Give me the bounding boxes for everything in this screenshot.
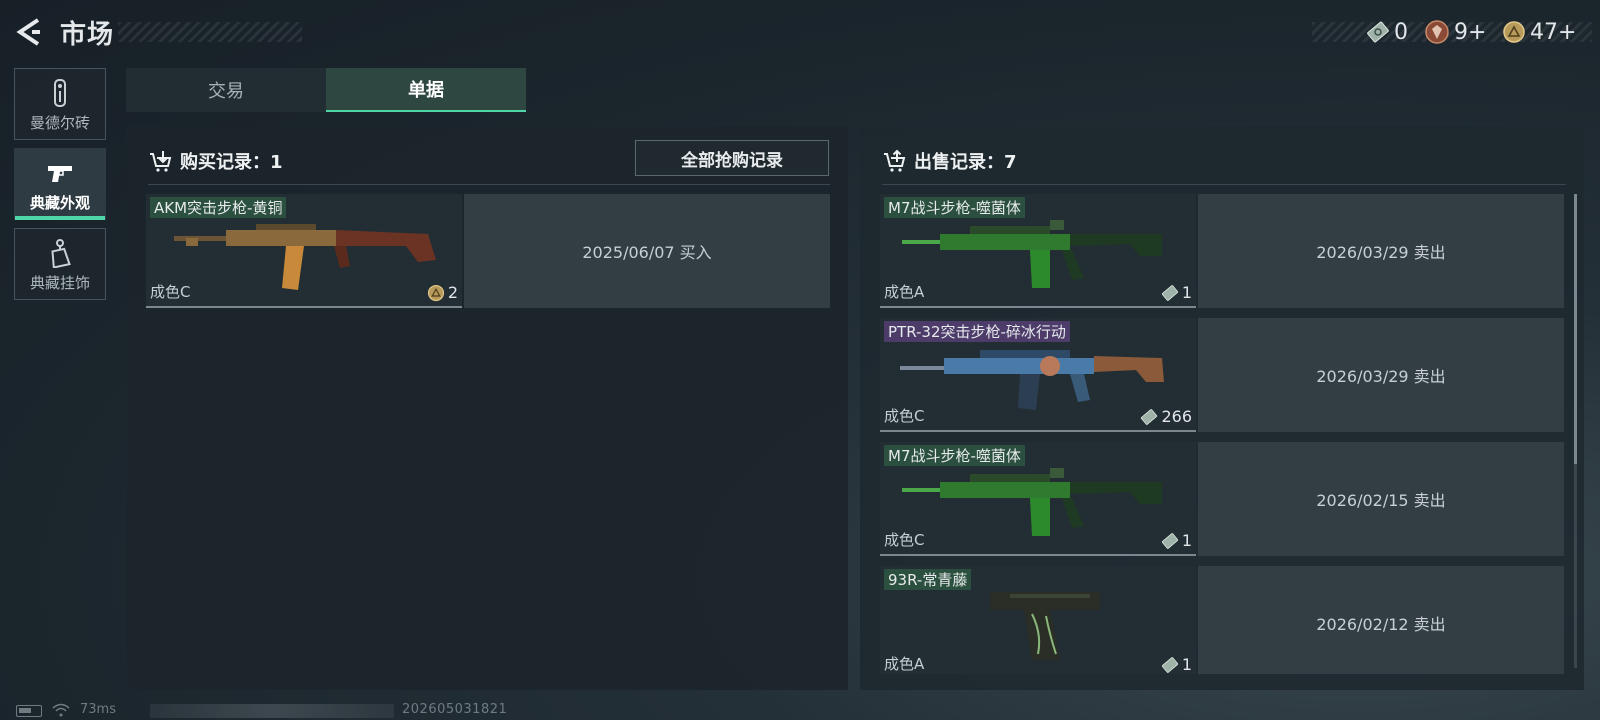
item-grade: 成色C [150, 283, 191, 301]
item-price: 1 [1161, 283, 1192, 302]
coin-icon [1503, 21, 1525, 43]
scrollbar-thumb[interactable] [1574, 194, 1577, 464]
akm-rifle-icon [174, 224, 436, 290]
cart-download-icon [150, 151, 172, 172]
record-date: 2025/06/07 买入 [464, 194, 830, 308]
all-flash-purchase-records-button[interactable]: 全部抢购记录 [635, 140, 829, 176]
currency-cash[interactable]: 0 [1366, 18, 1408, 46]
item-price-value: 1 [1181, 655, 1192, 674]
sale-record-row[interactable]: M7战斗步枪-噬菌体 成色C 1 2026/02/15 卖出 [880, 442, 1564, 556]
category-mandel-brick[interactable]: 曼德尔砖 [14, 68, 106, 140]
ivy-pistol-icon [990, 592, 1100, 660]
title-decoration [118, 22, 302, 42]
pistol-icon [48, 166, 72, 182]
item-price: 1 [1161, 655, 1192, 674]
currency-gem[interactable]: 9+ [1424, 18, 1486, 46]
currency-gem-amount: 9+ [1454, 19, 1487, 45]
item-grade: 成色C [884, 531, 925, 549]
record-date: 2026/02/15 卖出 [1198, 442, 1564, 556]
cash-note-icon [1161, 284, 1178, 301]
divider [148, 184, 830, 185]
item-card[interactable]: M7战斗步枪-噬菌体 成色C 1 [880, 442, 1196, 556]
purchase-records-header: 购买记录：1 [148, 148, 283, 174]
category-label: 典藏外观 [29, 194, 90, 212]
category-label: 曼德尔砖 [29, 114, 90, 132]
battery-icon [16, 705, 42, 717]
ping-text: 73ms [80, 702, 116, 717]
charm-icon [51, 239, 71, 268]
item-card[interactable]: M7战斗步枪-噬菌体 成色A 1 [880, 194, 1196, 308]
item-card[interactable]: 93R-常青藤 成色A 1 [880, 566, 1196, 674]
purchase-records-panel: 购买记录：1 全部抢购记录 AKM突击步枪-黄铜 成色C 2 2025/06/0… [126, 126, 848, 690]
tab-orders[interactable]: 单据 [326, 68, 526, 112]
status-bar: 73ms 202605031821 [0, 700, 1600, 720]
item-card[interactable]: AKM突击步枪-黄铜 成色C 2 [146, 194, 462, 308]
purchase-records-title: 购买记录：1 [180, 152, 283, 173]
sale-records-title: 出售记录：7 [914, 152, 1017, 173]
mandel-brick-icon [54, 79, 66, 107]
item-price-value: 1 [1181, 531, 1192, 550]
build-number: 202605031821 [402, 702, 508, 717]
currency-cash-amount: 0 [1394, 19, 1408, 45]
sale-record-row[interactable]: PTR-32突击步枪-碎冰行动 成色C 266 2026/03/29 卖出 [880, 318, 1564, 432]
back-button[interactable] [12, 14, 48, 50]
coin-icon [427, 284, 444, 301]
sale-records-header: 出售记录：7 [882, 148, 1017, 174]
green-rifle-icon [902, 220, 1162, 288]
currency-coin[interactable]: 47+ [1502, 18, 1576, 46]
purchase-record-row[interactable]: AKM突击步枪-黄铜 成色C 2 2025/06/07 买入 [146, 194, 830, 308]
sale-record-row[interactable]: M7战斗步枪-噬菌体 成色A 1 2026/03/29 卖出 [880, 194, 1564, 308]
item-name: M7战斗步枪-噬菌体 [884, 197, 1025, 218]
sale-record-row[interactable]: 93R-常青藤 成色A 1 2026/02/12 卖出 [880, 566, 1564, 674]
item-grade: 成色A [884, 655, 925, 673]
item-price-value: 2 [447, 283, 458, 302]
record-date: 2026/03/29 卖出 [1198, 194, 1564, 308]
page-title: 市场 [60, 20, 115, 50]
category-collection-skins[interactable]: 典藏外观 [14, 148, 106, 220]
sale-records-panel: 出售记录：7 M7战斗步枪-噬菌体 成色A 1 2026/03/29 卖出 PT… [860, 126, 1584, 690]
tab-trade[interactable]: 交易 [126, 68, 326, 112]
currency-coin-amount: 47+ [1530, 19, 1577, 45]
wifi-icon [52, 703, 70, 717]
record-date: 2026/03/29 卖出 [1198, 318, 1564, 432]
item-grade: 成色A [884, 283, 925, 301]
green-rifle-icon [902, 468, 1162, 536]
back-arrow-icon [16, 18, 40, 46]
category-collection-charms[interactable]: 典藏挂饰 [14, 228, 106, 300]
item-card[interactable]: PTR-32突击步枪-碎冰行动 成色C 266 [880, 318, 1196, 432]
item-name: 93R-常青藤 [884, 569, 972, 590]
item-grade: 成色C [884, 407, 925, 425]
item-name: M7战斗步枪-噬菌体 [884, 445, 1025, 466]
cash-note-icon [1161, 656, 1178, 673]
cash-note-icon [1141, 408, 1158, 425]
cart-upload-icon [884, 149, 906, 172]
record-date: 2026/02/12 卖出 [1198, 566, 1564, 674]
item-price: 1 [1161, 531, 1192, 550]
player-id-obscured [150, 704, 394, 718]
cash-note-icon [1161, 532, 1178, 549]
cash-note-icon [1367, 21, 1389, 43]
item-name: AKM突击步枪-黄铜 [150, 197, 287, 218]
blue-rifle-icon [900, 350, 1164, 410]
item-name: PTR-32突击步枪-碎冰行动 [884, 321, 1070, 342]
top-bar: 市场 0 9+ 47+ [0, 0, 1600, 64]
item-price-value: 1 [1181, 283, 1192, 302]
gem-badge-icon [1425, 20, 1449, 44]
sale-records-list[interactable]: M7战斗步枪-噬菌体 成色A 1 2026/03/29 卖出 PTR-32突击步… [860, 194, 1584, 674]
category-label: 典藏挂饰 [29, 274, 90, 292]
item-price: 266 [1140, 407, 1192, 426]
item-price: 2 [427, 283, 458, 302]
divider [882, 184, 1566, 185]
item-price-value: 266 [1161, 407, 1192, 426]
